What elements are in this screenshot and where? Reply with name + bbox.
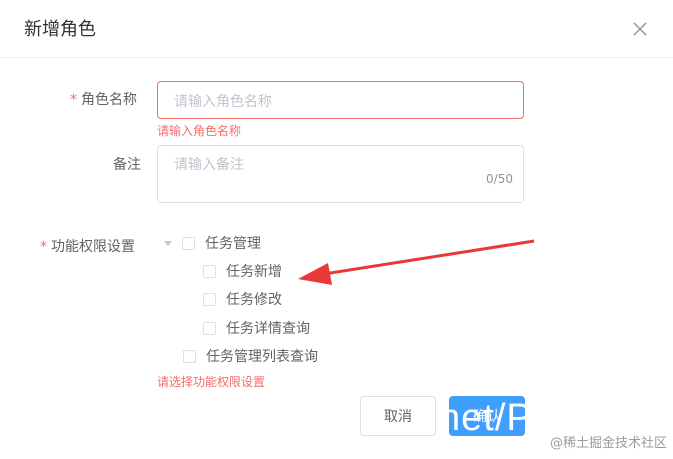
expand-caret-icon[interactable]	[164, 240, 172, 246]
tree-node-task-list-query[interactable]: 任务管理列表查询	[183, 345, 318, 367]
remark-textarea[interactable]: 请输入备注 0/50	[157, 145, 524, 203]
checkbox[interactable]	[203, 321, 216, 335]
remark-placeholder: 请输入备注	[174, 157, 244, 173]
dialog-title: 新增角色	[24, 19, 96, 40]
cancel-button[interactable]: 取消	[360, 396, 436, 436]
required-mark: *	[70, 92, 77, 108]
tree-node-label: 任务修改	[226, 292, 282, 308]
permissions-label: * 功能权限设置	[40, 237, 135, 257]
close-icon[interactable]	[631, 20, 649, 38]
checkbox[interactable]	[203, 292, 216, 306]
tree-node-task-detail[interactable]: 任务详情查询	[203, 317, 310, 339]
add-role-dialog: 新增角色 * 角色名称 请输入角色名称 请输入角色名称 备注 请输入备注 0/50…	[0, 0, 673, 459]
role-name-label: * 角色名称	[70, 90, 137, 110]
annotation-arrow-icon	[298, 239, 535, 285]
remark-label: 备注	[113, 157, 141, 173]
role-name-input[interactable]: 请输入角色名称	[157, 81, 524, 119]
watermark: @稀土掘金技术社区	[549, 436, 667, 451]
tree-node-label: 任务管理列表查询	[206, 349, 318, 365]
tree-node-task-management[interactable]: 任务管理	[164, 232, 261, 254]
tree-node-task-edit[interactable]: 任务修改	[203, 288, 282, 310]
dialog-header: 新增角色	[0, 0, 673, 58]
checkbox[interactable]	[182, 236, 195, 250]
required-mark: *	[40, 239, 47, 255]
permissions-label-text: 功能权限设置	[51, 239, 135, 255]
role-name-placeholder: 请输入角色名称	[174, 94, 272, 110]
tree-node-label: 任务新增	[226, 264, 282, 280]
tree-node-label: 任务管理	[205, 236, 261, 252]
role-name-error: 请输入角色名称	[157, 124, 242, 138]
remark-char-counter: 0/50	[486, 172, 513, 186]
tree-node-label: 任务详情查询	[226, 321, 310, 337]
tree-node-task-add[interactable]: 任务新增	[203, 260, 282, 282]
role-name-label-text: 角色名称	[81, 92, 137, 108]
overlay-text: net/P	[439, 397, 533, 439]
checkbox[interactable]	[203, 264, 216, 278]
checkbox[interactable]	[183, 349, 196, 363]
permissions-error: 请选择功能权限设置	[157, 375, 266, 389]
